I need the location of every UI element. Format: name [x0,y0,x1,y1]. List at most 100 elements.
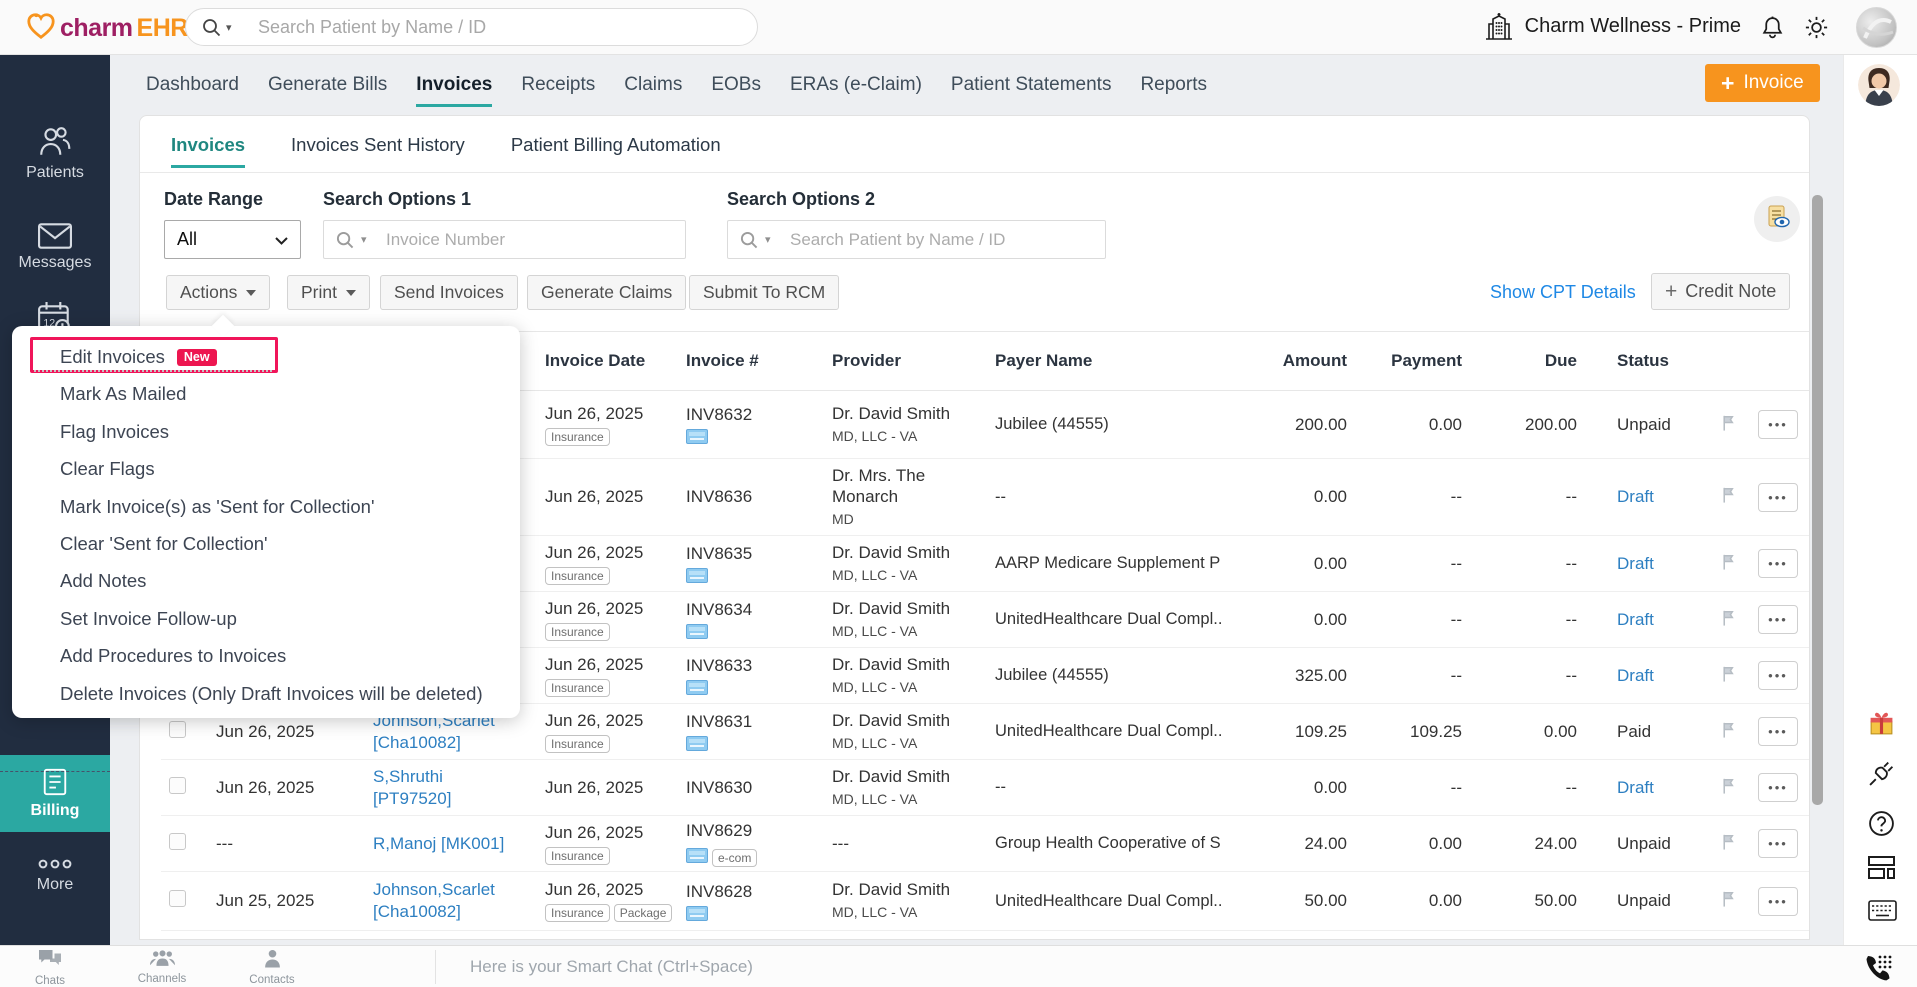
plug-icon[interactable] [1868,760,1894,786]
invoice-number[interactable]: INV8632 [686,405,827,425]
menu-item-add-notes[interactable]: Add Notes [12,562,520,599]
invoice-number[interactable]: INV8633 [686,656,827,676]
generate-claims-label: Generate Claims [541,282,673,302]
patient-link[interactable]: Smith,Rohith [363,940,533,941]
invoice-number[interactable]: INV8628 [686,882,827,902]
date-range-select[interactable]: All [164,220,301,259]
menu-item-flag-invoices[interactable]: Flag Invoices [12,413,520,450]
patient-link[interactable]: S,Shruthi [PT97520] [363,766,533,810]
flag-icon[interactable] [1719,776,1738,800]
sidebar-item-more[interactable]: More [0,835,110,894]
patient-link[interactable]: Johnson,Scarlet [Cha10082] [363,879,533,923]
subtab-invoices-sent-history[interactable]: Invoices Sent History [291,116,465,173]
sidebar-item-billing[interactable]: Billing [0,755,110,832]
generate-claims-button[interactable]: Generate Claims [527,275,687,310]
subtab-patient-billing-automation[interactable]: Patient Billing Automation [511,116,721,173]
show-cpt-details-link[interactable]: Show CPT Details [1490,275,1636,310]
flag-icon[interactable] [1719,413,1738,437]
menu-item-delete-invoices-only-draft-invoices-will[interactable]: Delete Invoices (Only Draft Invoices wil… [12,675,520,712]
chatbar-item-label: Contacts [249,974,295,986]
invoice-number-search[interactable]: ▾ [323,220,686,259]
row-more-actions-button[interactable]: ••• [1758,410,1798,439]
tab-claims[interactable]: Claims [624,55,682,115]
practice-name[interactable]: Charm Wellness - Prime [1525,15,1741,38]
add-credit-note-button[interactable]: + Credit Note [1651,273,1791,310]
dialer-icon[interactable] [1864,953,1892,986]
col-invoice-date: Invoice Date [545,351,646,370]
sidebar-item-patients[interactable]: Patients [0,123,110,182]
row-more-actions-button[interactable]: ••• [1758,482,1798,512]
tab-patient-statements[interactable]: Patient Statements [951,55,1112,115]
row-more-actions-button[interactable]: ••• [1758,829,1798,858]
flag-icon[interactable] [1719,552,1738,576]
flag-cell [1711,720,1751,744]
menu-item-set-invoice-follow-up[interactable]: Set Invoice Follow-up [12,600,520,637]
row-more-actions-button[interactable]: ••• [1758,661,1798,690]
chatbar-item-chats[interactable]: Chats [8,949,92,987]
row-checkbox[interactable] [169,890,186,907]
row-checkbox[interactable] [169,776,186,794]
subtab-invoices[interactable]: Invoices [171,116,246,173]
row-more-actions-button[interactable]: ••• [1758,886,1798,916]
gift-icon[interactable] [1868,710,1894,736]
global-patient-search[interactable]: ▾ [185,8,758,46]
menu-item-mark-as-mailed[interactable]: Mark As Mailed [12,375,520,412]
flag-icon[interactable] [1719,889,1738,913]
invoice-view-settings-button[interactable] [1754,196,1800,242]
invoice-number-input[interactable] [324,221,685,258]
help-icon[interactable] [1868,810,1894,836]
billing-icon [0,761,110,797]
row-checkbox[interactable] [169,832,186,850]
assistant-avatar[interactable] [1858,64,1900,106]
send-invoices-button[interactable]: Send Invoices [380,275,518,310]
row-more-actions-button[interactable]: ••• [1758,605,1798,634]
flag-icon[interactable] [1719,485,1738,509]
settings-gear-icon[interactable] [1804,15,1829,45]
tab-invoices[interactable]: Invoices [416,55,493,115]
chatbar-item-channels[interactable]: Channels [120,949,204,985]
tab-eobs[interactable]: EOBs [711,55,761,115]
tab-generate-bills[interactable]: Generate Bills [268,55,387,115]
tab-reports[interactable]: Reports [1140,55,1207,115]
actions-button[interactable]: Actions [166,275,271,310]
menu-item-mark-invoice-s-as-sent-for-collection-[interactable]: Mark Invoice(s) as 'Sent for Collection' [12,488,520,525]
tab-dashboard[interactable]: Dashboard [146,55,239,115]
chatbar-item-contacts[interactable]: Contacts [230,949,314,986]
menu-item-add-procedures-to-invoices[interactable]: Add Procedures to Invoices [12,637,520,674]
new-invoice-button[interactable]: + Invoice [1705,64,1820,102]
invoice-number[interactable]: INV8630 [686,778,827,798]
row-actions-cell: ••• [1751,886,1809,916]
submit-to-rcm-button[interactable]: Submit To RCM [689,275,840,310]
charmehr-logo[interactable]: charm EHR [26,11,188,46]
print-button[interactable]: Print [287,275,370,310]
menu-item-edit-invoices[interactable]: Edit Invoices New [12,338,520,375]
keyboard-icon[interactable] [1868,900,1897,926]
global-search-input[interactable] [186,9,757,45]
invoice-number[interactable]: INV8631 [686,712,827,732]
row-more-actions-button[interactable]: ••• [1758,549,1798,578]
menu-item-clear-sent-for-collection-[interactable]: Clear 'Sent for Collection' [12,525,520,562]
layout-icon[interactable] [1868,856,1895,882]
vertical-scrollbar[interactable] [1812,195,1823,805]
invoice-number[interactable]: INV8635 [686,544,827,564]
user-avatar[interactable] [1856,7,1897,48]
patient-search-input[interactable] [728,221,1105,258]
row-more-actions-button[interactable]: ••• [1758,717,1798,746]
flag-icon[interactable] [1719,664,1738,688]
row-more-actions-button[interactable]: ••• [1758,773,1798,802]
smart-chat-input[interactable]: Here is your Smart Chat (Ctrl+Space) [470,946,753,987]
tab-receipts[interactable]: Receipts [521,55,595,115]
flag-icon[interactable] [1719,720,1738,744]
invoice-number[interactable]: INV8636 [686,487,827,507]
menu-item-clear-flags[interactable]: Clear Flags [12,450,520,487]
patient-link[interactable]: R,Manoj [MK001] [363,833,533,855]
invoice-number[interactable]: INV8629 [686,821,827,841]
tab-eras-e-claim-[interactable]: ERAs (e-Claim) [790,55,922,115]
sidebar-item-messages[interactable]: Messages [0,213,110,272]
invoice-number[interactable]: INV8634 [686,600,827,620]
patient-search[interactable]: ▾ [727,220,1106,259]
flag-icon[interactable] [1719,608,1738,632]
notifications-bell-icon[interactable] [1760,15,1785,45]
flag-icon[interactable] [1719,832,1738,856]
row-checkbox[interactable] [169,720,186,738]
